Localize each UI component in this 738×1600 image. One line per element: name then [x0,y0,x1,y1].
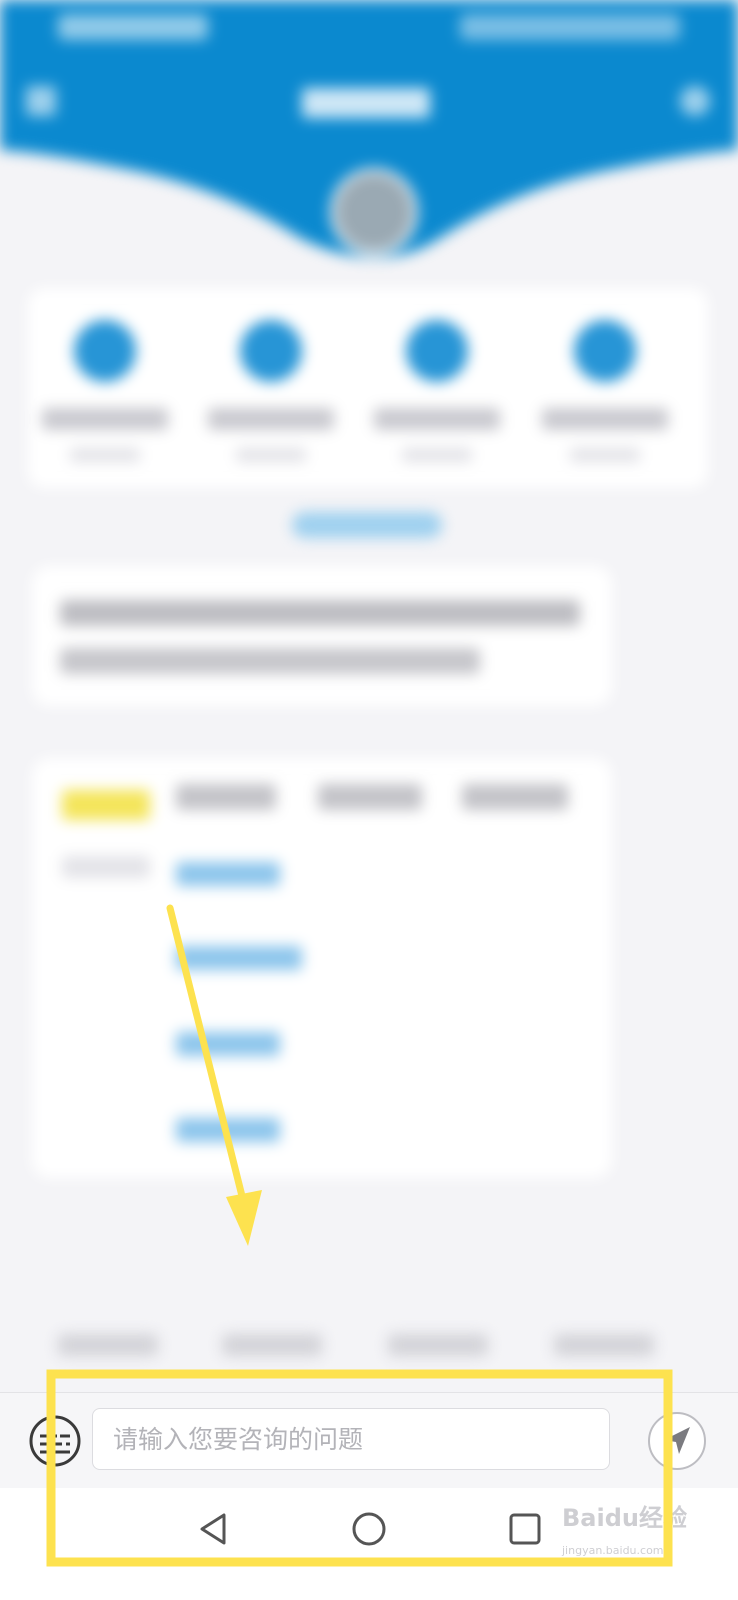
question-input[interactable] [92,1408,610,1470]
status-bar-right [460,14,680,40]
watermark-brand: Baidu经验 [562,1504,687,1532]
function-1-icon [74,320,136,382]
list-tab-1[interactable] [176,784,276,810]
watermark-url: jingyan.baidu.com [562,1544,664,1557]
keyboard-icon[interactable] [28,1414,82,1468]
baidu-jingyan-watermark: Baidu经验 jingyan.baidu.com [554,1484,734,1594]
bottom-shortcut-1[interactable] [58,1334,158,1356]
question-link-1[interactable] [176,862,280,886]
chat-message-card [32,566,612,706]
list-tab-2[interactable] [318,784,422,810]
question-link-2[interactable] [176,946,302,970]
list-tab-3[interactable] [462,784,568,810]
avatar [330,168,418,256]
circle-home-icon[interactable] [346,1506,392,1552]
bottom-shortcut-3[interactable] [388,1334,488,1356]
question-list-card [32,758,612,1178]
function-3-icon [406,320,468,382]
function-item-1[interactable] [30,310,180,480]
send-arrow-icon[interactable] [646,1410,708,1472]
triangle-back-icon[interactable] [192,1506,238,1552]
profile-icon[interactable] [680,86,710,116]
square-recents-icon[interactable] [502,1506,548,1552]
question-link-3[interactable] [176,1032,280,1056]
function-item-3[interactable] [362,310,512,480]
function-4-icon [574,320,636,382]
bottom-shortcut-2[interactable] [222,1334,322,1356]
function-item-4[interactable] [530,310,680,480]
status-bar-left [58,14,208,40]
hot-tag [62,790,150,820]
question-link-4[interactable] [176,1118,280,1142]
bottom-shortcut-4[interactable] [554,1334,654,1356]
page-title [302,88,430,118]
function-2-icon [240,320,302,382]
function-item-2[interactable] [196,310,346,480]
menu-icon[interactable] [26,86,56,116]
timestamp-pill [292,512,442,538]
